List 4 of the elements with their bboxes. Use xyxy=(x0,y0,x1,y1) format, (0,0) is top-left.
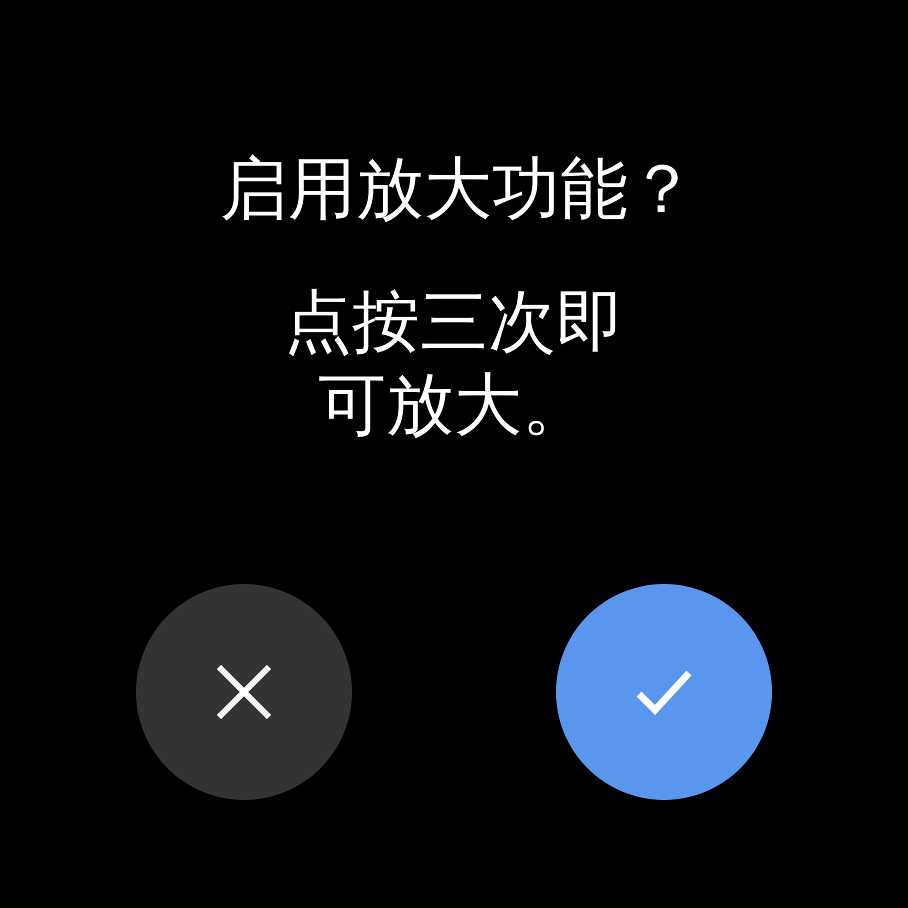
dialog-title: 启用放大功能？ xyxy=(219,150,696,230)
close-icon xyxy=(216,664,272,720)
dialog-message: 点按三次即可放大。 xyxy=(282,282,625,447)
check-icon xyxy=(636,669,692,715)
